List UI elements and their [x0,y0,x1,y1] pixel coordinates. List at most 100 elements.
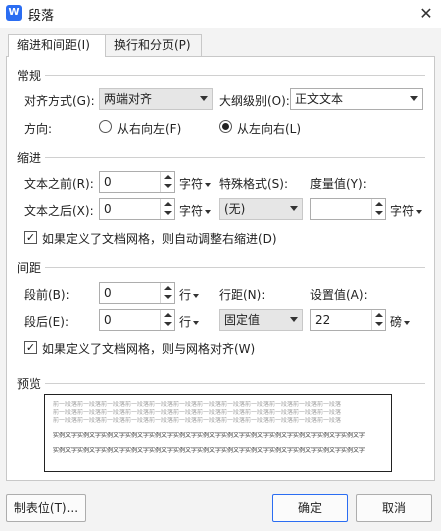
dialog-body: 缩进和间距(I) 换行和分页(P) 常规 对齐方式(G): 两端对齐 大纲级别(… [0,28,441,531]
direction-rtl-radio[interactable] [99,120,112,133]
measure-stepper[interactable] [310,198,386,220]
line-spacing-select[interactable]: 固定值 [219,309,303,331]
ok-button[interactable]: 确定 [272,494,348,522]
unit-label: 字符 [390,204,415,218]
setting-value-stepper[interactable]: 22 [310,309,386,331]
line-spacing-label: 行距(N): [219,288,266,302]
indent-before-unit[interactable]: 字符 [179,175,212,192]
divider [45,75,425,76]
auto-adjust-label[interactable]: 如果定义了文档网格，则自动调整右缩进(D) [42,230,277,247]
spin-buttons[interactable] [160,310,174,330]
spin-down-icon[interactable] [375,322,383,326]
alignment-label: 对齐方式(G): [24,94,95,108]
direction-ltr-radio[interactable] [219,120,232,133]
alignment-select[interactable]: 两端对齐 [99,88,213,110]
unit-label: 字符 [179,177,204,191]
indent-before-label: 文本之前(R): [24,177,94,191]
space-before-value: 0 [104,286,112,300]
space-after-stepper[interactable]: 0 [99,309,175,331]
chevron-down-icon [290,206,298,211]
auto-adjust-checkbox[interactable]: ✓ [24,231,37,244]
unit-label: 磅 [390,315,403,329]
tab-stops-button[interactable]: 制表位(T)... [6,494,86,522]
spin-down-icon[interactable] [164,184,172,188]
space-after-unit[interactable]: 行 [179,313,200,330]
cancel-button[interactable]: 取消 [356,494,432,522]
spin-buttons[interactable] [371,199,385,219]
spin-buttons[interactable] [160,199,174,219]
spin-up-icon[interactable] [164,175,172,179]
space-before-label: 段前(B): [24,288,70,302]
caret-down-icon [205,209,212,214]
special-format-label: 特殊格式(S): [219,177,289,191]
direction-ltr-label[interactable]: 从左向右(L) [237,120,301,137]
indent-after-unit[interactable]: 字符 [179,202,212,219]
outline-level-label: 大纲级别(O): [219,94,290,108]
indent-before-stepper[interactable]: 0 [99,171,175,193]
unit-label: 行 [179,315,192,329]
line-spacing-value: 固定值 [224,313,261,327]
direction-rtl-label[interactable]: 从右向左(F) [117,120,181,137]
unit-label: 字符 [179,204,204,218]
space-after-label: 段后(E): [24,315,69,329]
paragraph-preview: 前一段落前一段落前一段落前一段落前一段落前一段落前一段落前一段落前一段落前一段落… [44,394,392,472]
spin-up-icon[interactable] [164,202,172,206]
spin-buttons[interactable] [160,283,174,303]
special-format-value: (无) [224,202,246,216]
caret-down-icon [205,182,212,187]
spin-up-icon[interactable] [375,202,383,206]
special-format-select[interactable]: (无) [219,198,303,220]
spin-buttons[interactable] [371,310,385,330]
preview-prev-line: 前一段落前一段落前一段落前一段落前一段落前一段落前一段落前一段落前一段落前一段落… [53,409,342,416]
preview-prev-line: 前一段落前一段落前一段落前一段落前一段落前一段落前一段落前一段落前一段落前一段落… [53,417,342,424]
setting-value-unit[interactable]: 磅 [390,313,411,330]
direction-label: 方向: [24,122,53,136]
snap-grid-checkbox[interactable]: ✓ [24,341,37,354]
preview-prev-line: 前一段落前一段落前一段落前一段落前一段落前一段落前一段落前一段落前一段落前一段落… [53,401,342,408]
spin-buttons[interactable] [160,172,174,192]
spin-up-icon[interactable] [375,313,383,317]
setting-value-label: 设置值(A): [310,288,368,302]
divider [45,383,425,384]
unit-label: 行 [179,288,192,302]
section-preview-title: 预览 [17,377,42,391]
outline-level-select[interactable]: 正文文本 [290,88,423,110]
indent-before-value: 0 [104,175,112,189]
chevron-down-icon [200,96,208,101]
divider [45,267,425,268]
divider [45,157,425,158]
tab-indent-spacing[interactable]: 缩进和间距(I) [8,34,106,57]
caret-down-icon [404,320,411,325]
wps-writer-icon: W [6,5,22,21]
caret-down-icon [193,293,200,298]
chevron-down-icon [290,317,298,322]
section-general-title: 常规 [17,69,42,83]
close-icon: ✕ [419,4,433,23]
dialog-title: 段落 [28,9,55,24]
measure-unit[interactable]: 字符 [390,202,423,219]
title-bar: W 段落 ✕ [0,0,441,28]
space-before-stepper[interactable]: 0 [99,282,175,304]
spin-up-icon[interactable] [164,313,172,317]
spin-down-icon[interactable] [164,322,172,326]
checkmark-icon: ✓ [25,231,36,244]
close-button[interactable]: ✕ [411,0,441,28]
alignment-value: 两端对齐 [104,92,153,106]
indent-after-stepper[interactable]: 0 [99,198,175,220]
spin-up-icon[interactable] [164,286,172,290]
space-after-value: 0 [104,313,112,327]
chevron-down-icon [410,96,418,101]
tab-line-page-breaks[interactable]: 换行和分页(P) [105,34,202,56]
section-indent-title: 缩进 [17,151,42,165]
snap-grid-label[interactable]: 如果定义了文档网格，则与网格对齐(W) [42,340,255,357]
spin-down-icon[interactable] [164,211,172,215]
indent-after-label: 文本之后(X): [24,204,94,218]
spin-down-icon[interactable] [164,295,172,299]
space-before-unit[interactable]: 行 [179,286,200,303]
section-spacing-title: 间距 [17,261,42,275]
spin-down-icon[interactable] [375,211,383,215]
caret-down-icon [416,209,423,214]
measure-label: 度量值(Y): [310,177,367,191]
outline-level-value: 正文文本 [295,92,344,106]
caret-down-icon [193,320,200,325]
